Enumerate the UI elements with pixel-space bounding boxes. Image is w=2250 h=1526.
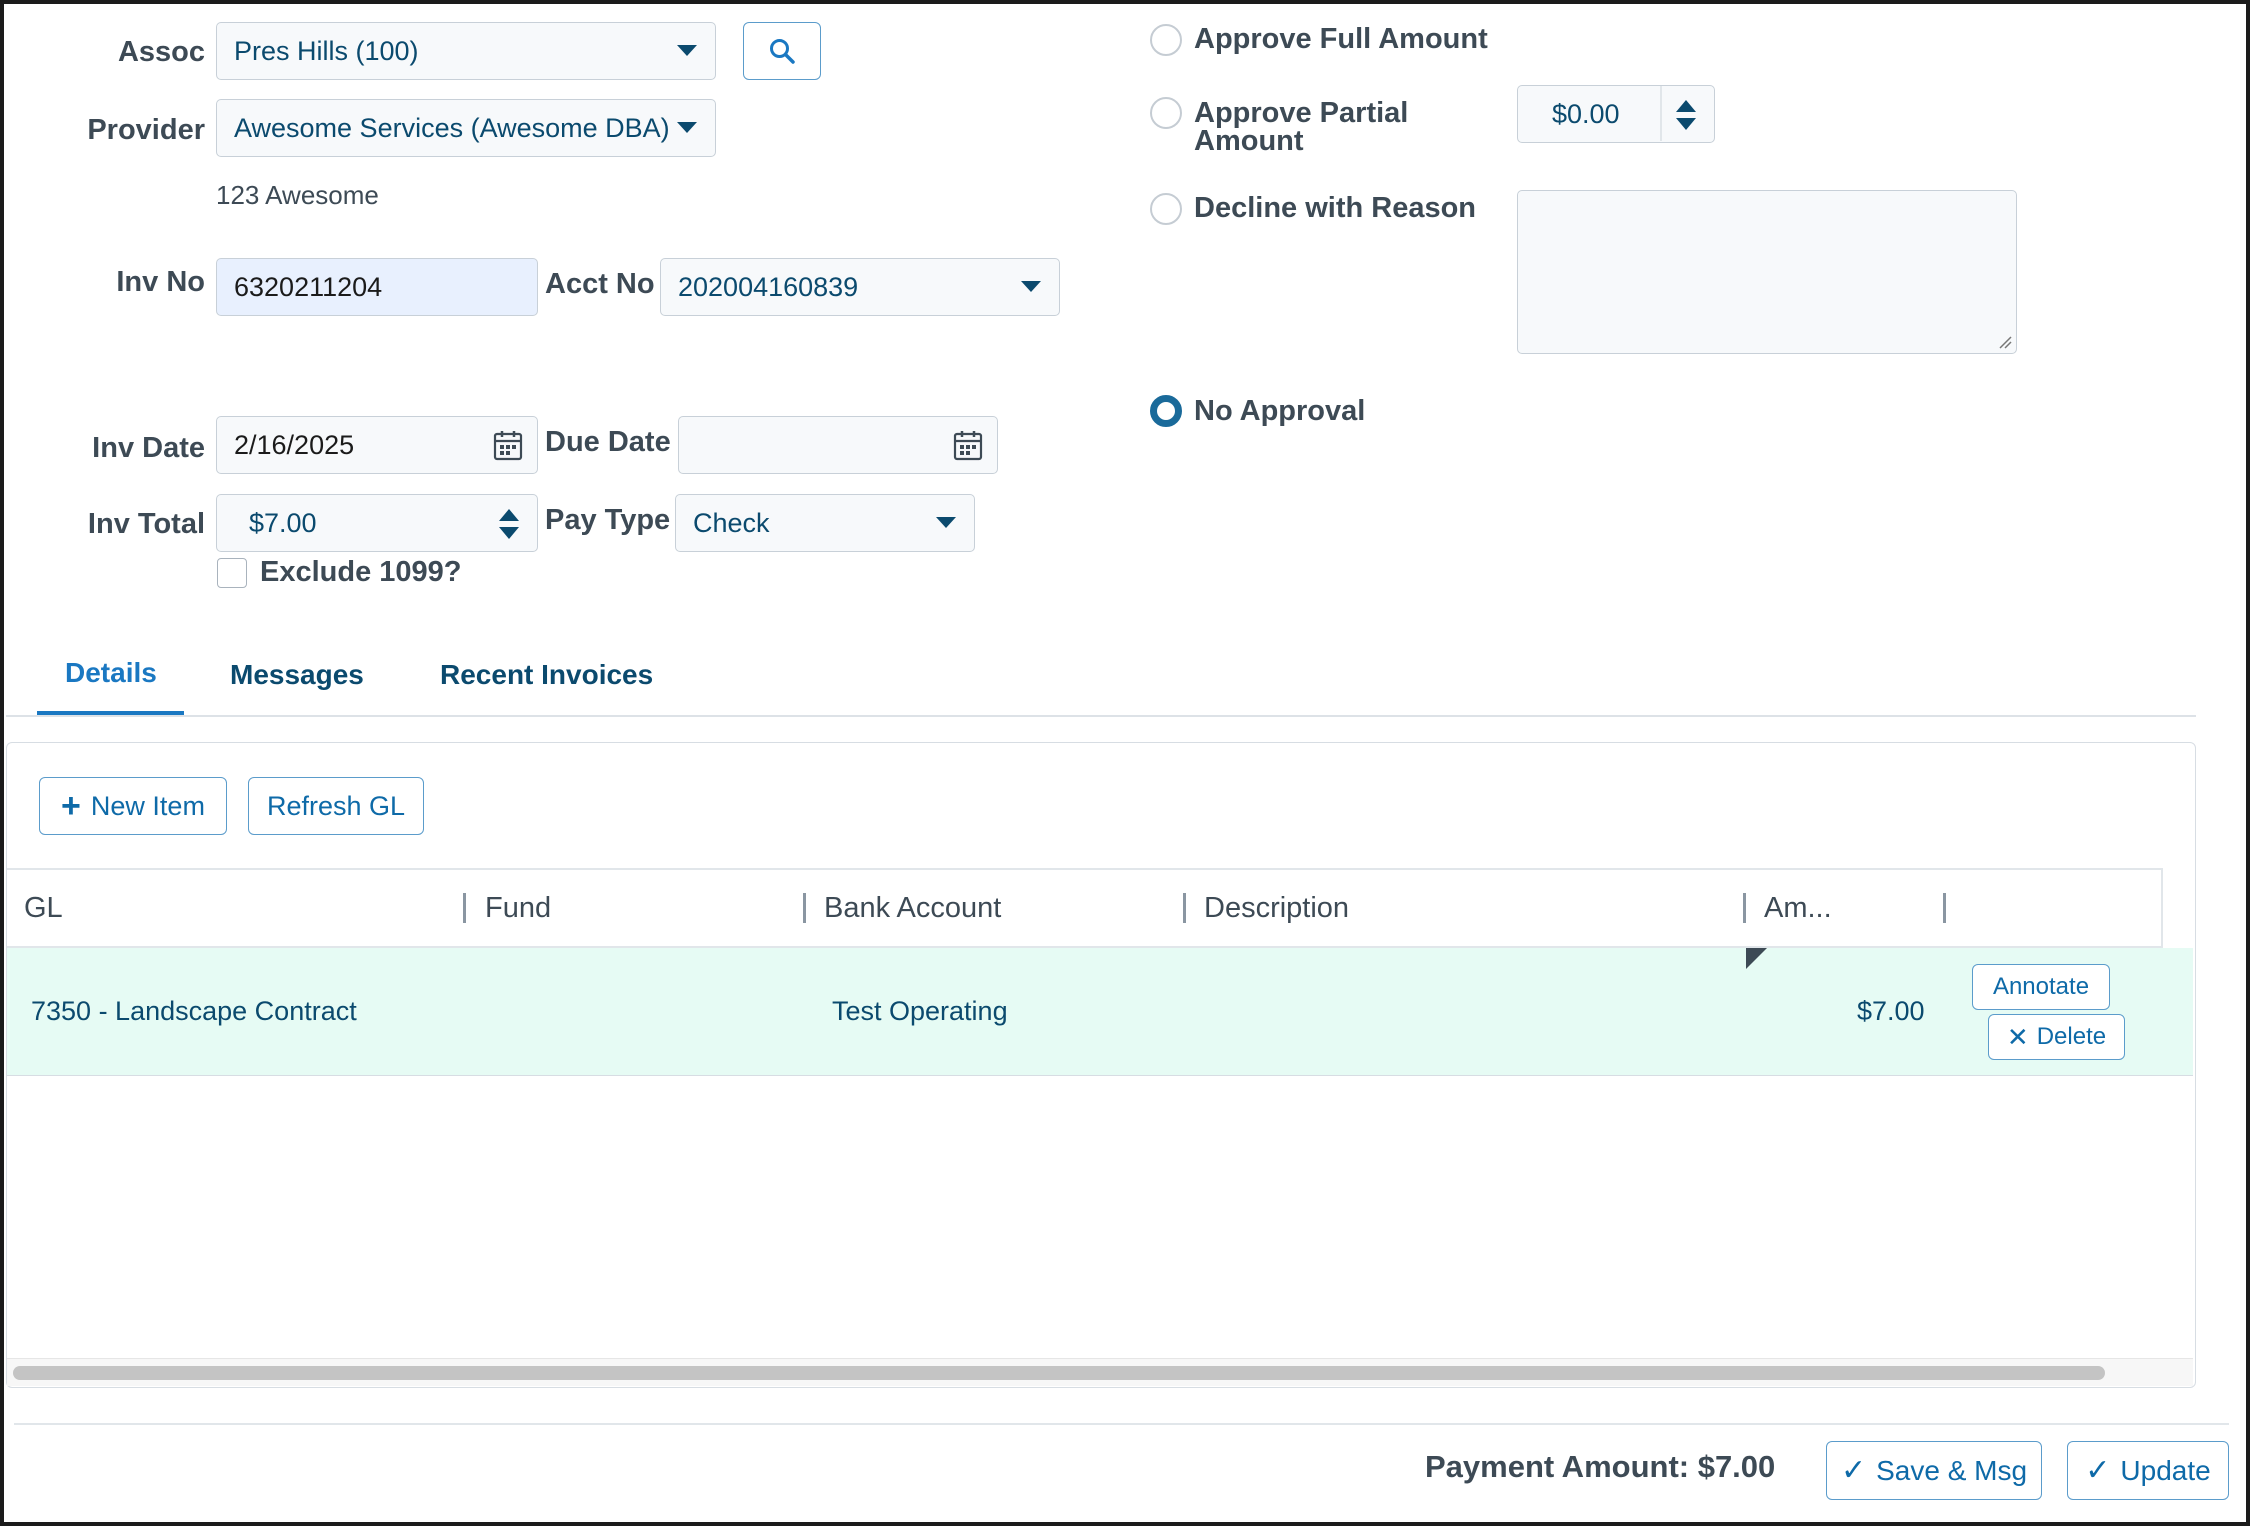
inv-total-input[interactable]: $7.00 xyxy=(216,494,538,552)
inv-no-label: Inv No xyxy=(116,266,205,298)
tab-details[interactable]: Details xyxy=(65,657,157,689)
chevron-down-icon xyxy=(677,122,697,133)
due-date-input[interactable] xyxy=(678,416,998,474)
column-header-amount[interactable]: Am... xyxy=(1764,892,1832,925)
chevron-down-icon xyxy=(677,45,697,56)
decline-label: Decline with Reason xyxy=(1194,192,1477,224)
row-amount: $7.00 xyxy=(1857,996,1925,1026)
save-and-msg-label: Save & Msg xyxy=(1876,1454,2028,1486)
spinner-icon[interactable] xyxy=(1676,96,1696,132)
provider-label: Provider xyxy=(87,114,205,146)
inv-no-value: 6320211204 xyxy=(234,271,383,302)
search-button[interactable] xyxy=(743,22,821,80)
inv-date-input[interactable]: 2/16/2025 xyxy=(216,416,538,474)
delete-button[interactable]: ✕ Delete xyxy=(1988,1014,2125,1060)
inv-no-input[interactable]: 6320211204 xyxy=(216,258,538,316)
exclude-1099-label: Exclude 1099? xyxy=(260,556,462,588)
no-approval-radio[interactable] xyxy=(1150,395,1182,427)
approve-full-label: Approve Full Amount xyxy=(1194,23,1488,55)
row-gl: 7350 - Landscape Contract xyxy=(31,996,357,1026)
column-header-description[interactable]: Description xyxy=(1204,892,1349,925)
update-button[interactable]: ✓ Update xyxy=(2067,1441,2229,1500)
new-item-button[interactable]: + New Item xyxy=(39,777,227,835)
plus-icon: + xyxy=(61,787,81,825)
row-bank-account: Test Operating xyxy=(832,996,1008,1026)
annotate-label: Annotate xyxy=(1992,973,2090,1000)
acct-no-label: Acct No xyxy=(545,268,655,300)
inv-total-label: Inv Total xyxy=(87,508,205,540)
provider-value: Awesome Services (Awesome DBA) xyxy=(234,112,670,143)
provider-address: 123 Awesome xyxy=(216,180,379,210)
inv-total-value: $7.00 xyxy=(249,507,317,538)
new-item-label: New Item xyxy=(90,790,205,821)
approve-partial-label: Approve Partial Amount xyxy=(1194,97,1409,157)
partial-amount-input[interactable]: $0.00 xyxy=(1517,85,1715,143)
chevron-down-icon xyxy=(1021,281,1041,292)
approve-full-radio[interactable] xyxy=(1150,24,1182,56)
assoc-select[interactable]: Pres Hills (100) xyxy=(216,22,716,80)
delete-label: Delete xyxy=(2036,1023,2107,1050)
column-header-bank-account[interactable]: Bank Account xyxy=(824,892,1001,925)
refresh-gl-label: Refresh GL xyxy=(266,790,406,821)
approve-partial-label-line2: Amount xyxy=(1194,125,1304,157)
provider-select[interactable]: Awesome Services (Awesome DBA) xyxy=(216,99,716,157)
column-resize-handle[interactable] xyxy=(1743,893,1746,923)
inv-date-label: Inv Date xyxy=(92,432,205,464)
due-date-label: Due Date xyxy=(545,426,671,458)
refresh-gl-button[interactable]: Refresh GL xyxy=(248,777,424,835)
payment-amount-text: Payment Amount: $7.00 xyxy=(1425,1449,1776,1484)
approve-partial-label-line1: Approve Partial xyxy=(1194,97,1409,129)
annotate-button[interactable]: Annotate xyxy=(1972,964,2110,1010)
horizontal-scrollbar-thumb[interactable] xyxy=(13,1366,2105,1380)
assoc-value: Pres Hills (100) xyxy=(234,35,419,66)
column-header-fund[interactable]: Fund xyxy=(485,892,551,925)
pay-type-select[interactable]: Check xyxy=(675,494,975,552)
acct-no-value: 202004160839 xyxy=(678,271,859,302)
tab-messages[interactable]: Messages xyxy=(230,659,364,691)
tabs-divider xyxy=(6,715,2196,717)
close-icon: ✕ xyxy=(2006,1021,2029,1052)
footer-divider xyxy=(14,1423,2229,1425)
grid-header-top-border xyxy=(7,868,2163,870)
checkmark-icon: ✓ xyxy=(2085,1454,2111,1487)
column-resize-handle[interactable] xyxy=(1943,893,1946,923)
checkmark-icon: ✓ xyxy=(1840,1454,1867,1487)
decline-radio[interactable] xyxy=(1150,193,1182,225)
resize-handle-icon[interactable] xyxy=(1998,335,2012,349)
column-header-gl[interactable]: GL xyxy=(24,892,63,925)
chevron-down-icon xyxy=(936,517,956,528)
pay-type-label: Pay Type xyxy=(545,504,671,536)
search-icon xyxy=(770,39,795,64)
spinner-icon[interactable] xyxy=(499,505,519,541)
decline-reason-textarea[interactable] xyxy=(1517,190,2017,354)
calendar-icon[interactable] xyxy=(953,429,983,461)
table-row[interactable]: 7350 - Landscape Contract Test Operating… xyxy=(7,948,2193,1076)
update-label: Update xyxy=(2120,1454,2211,1486)
column-resize-handle[interactable] xyxy=(1183,893,1186,923)
column-resize-handle[interactable] xyxy=(803,893,806,923)
save-and-msg-button[interactable]: ✓ Save & Msg xyxy=(1826,1441,2042,1500)
acct-no-select[interactable]: 202004160839 xyxy=(660,258,1060,316)
spinner-divider xyxy=(1660,86,1662,141)
pay-type-value: Check xyxy=(693,507,770,538)
horizontal-scrollbar-track[interactable] xyxy=(7,1358,2193,1386)
no-approval-label: No Approval xyxy=(1194,395,1366,427)
column-resize-handle[interactable] xyxy=(463,893,466,923)
assoc-label: Assoc xyxy=(117,36,205,68)
inv-date-value: 2/16/2025 xyxy=(234,429,355,460)
dirty-cell-marker-icon xyxy=(1746,948,1767,969)
approve-partial-radio[interactable] xyxy=(1150,97,1182,129)
partial-amount-value: $0.00 xyxy=(1552,98,1620,129)
calendar-icon[interactable] xyxy=(493,429,523,461)
tab-recent-invoices[interactable]: Recent Invoices xyxy=(440,659,653,691)
grid-header-right-border xyxy=(2161,868,2163,946)
exclude-1099-checkbox[interactable] xyxy=(217,558,247,588)
